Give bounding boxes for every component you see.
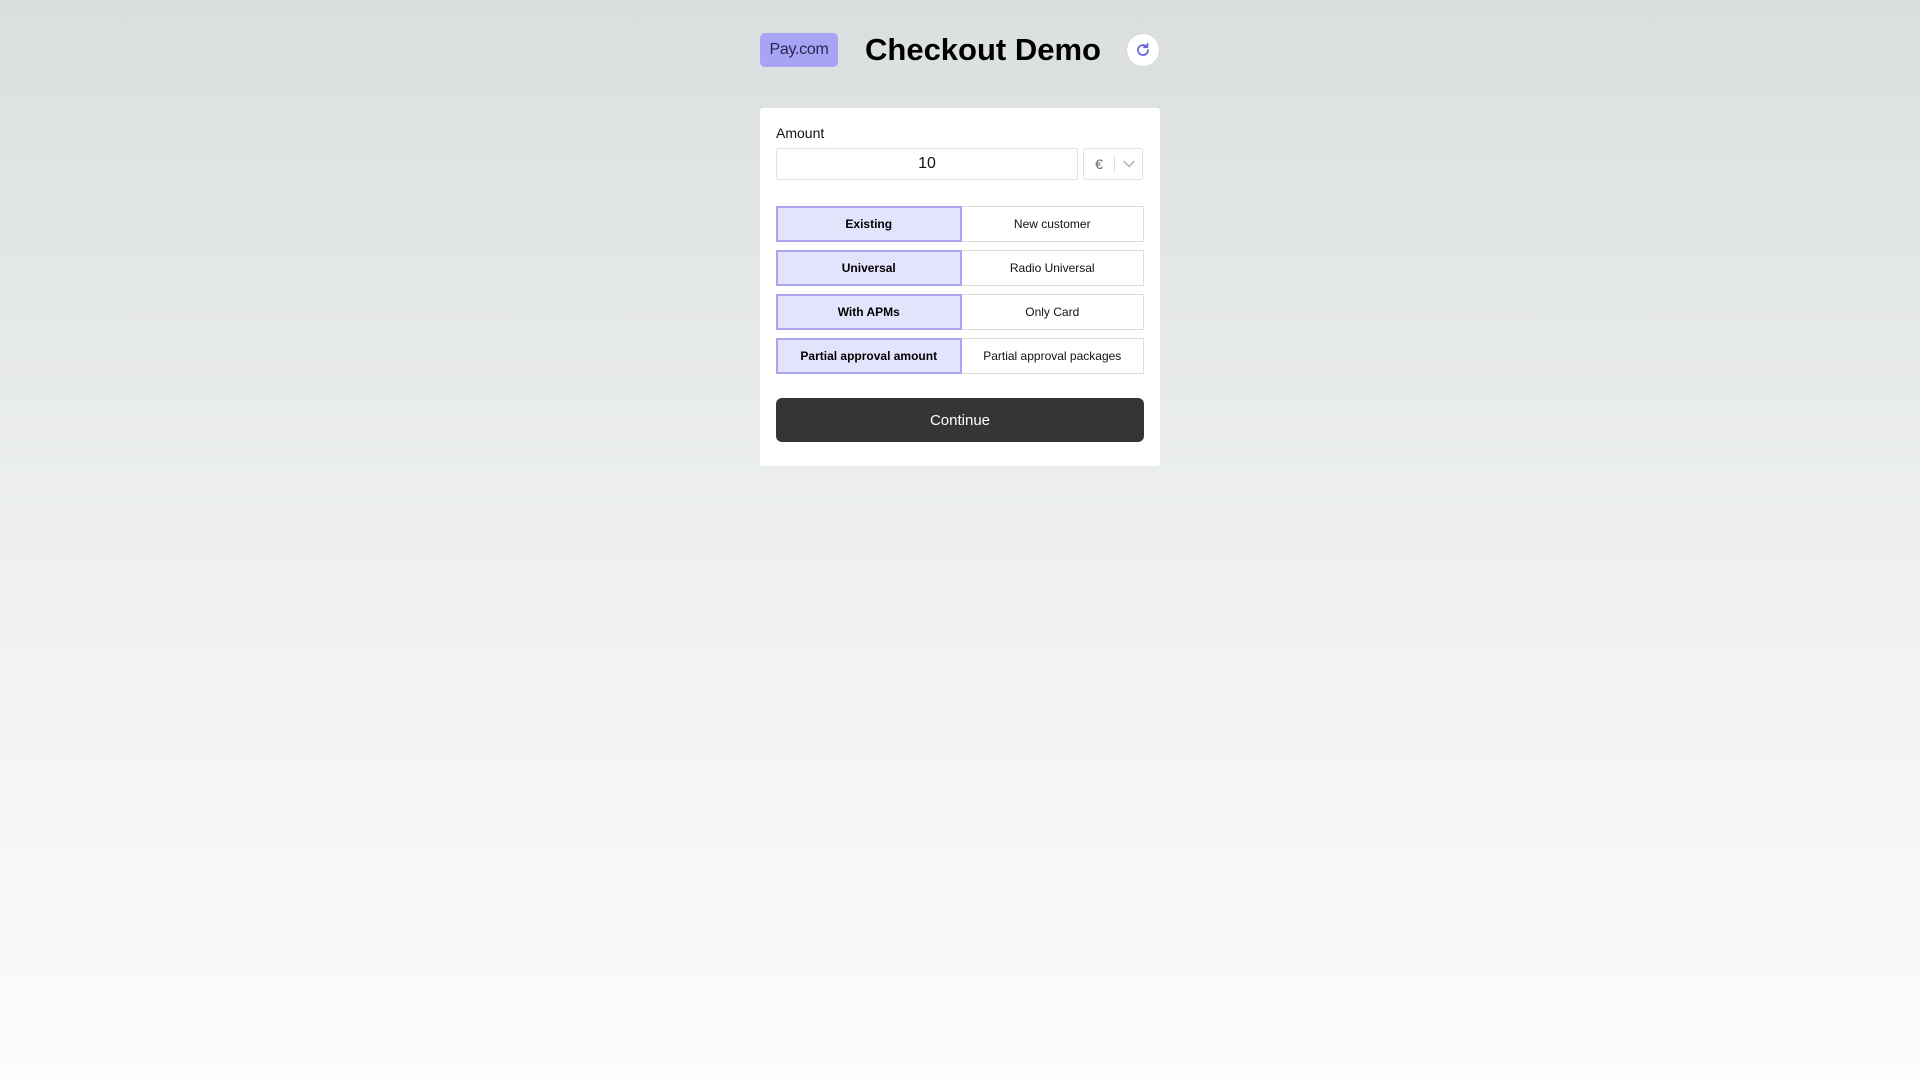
toggle-partial-approval-packages[interactable]: Partial approval packages: [961, 338, 1144, 374]
checkout-type-toggle: Universal Radio Universal: [776, 250, 1144, 286]
currency-symbol: €: [1095, 156, 1103, 172]
toggle-existing[interactable]: Existing: [776, 206, 962, 242]
toggle-universal[interactable]: Universal: [776, 250, 962, 286]
amount-label: Amount: [776, 125, 825, 141]
toggle-only-card[interactable]: Only Card: [961, 294, 1144, 330]
chevron-down-icon: [1115, 160, 1142, 168]
toggle-partial-approval-amount[interactable]: Partial approval amount: [776, 338, 962, 374]
customer-type-toggle: Existing New customer: [776, 206, 1144, 242]
page-title: Checkout Demo: [865, 32, 1101, 67]
refresh-button[interactable]: [1126, 33, 1160, 67]
page-header: Pay.com Checkout Demo: [760, 32, 1160, 67]
continue-button[interactable]: Continue: [776, 398, 1144, 442]
checkout-form-card: Amount € Existing New customer Universal…: [760, 108, 1160, 466]
partial-approval-toggle: Partial approval amount Partial approval…: [776, 338, 1144, 374]
refresh-icon: [1135, 42, 1151, 58]
currency-select[interactable]: €: [1083, 148, 1143, 180]
toggle-new-customer[interactable]: New customer: [961, 206, 1144, 242]
toggle-radio-universal[interactable]: Radio Universal: [961, 250, 1144, 286]
pay-com-logo: Pay.com: [760, 33, 838, 67]
amount-input[interactable]: [776, 148, 1078, 180]
toggle-with-apms[interactable]: With APMs: [776, 294, 962, 330]
payment-methods-toggle: With APMs Only Card: [776, 294, 1144, 330]
